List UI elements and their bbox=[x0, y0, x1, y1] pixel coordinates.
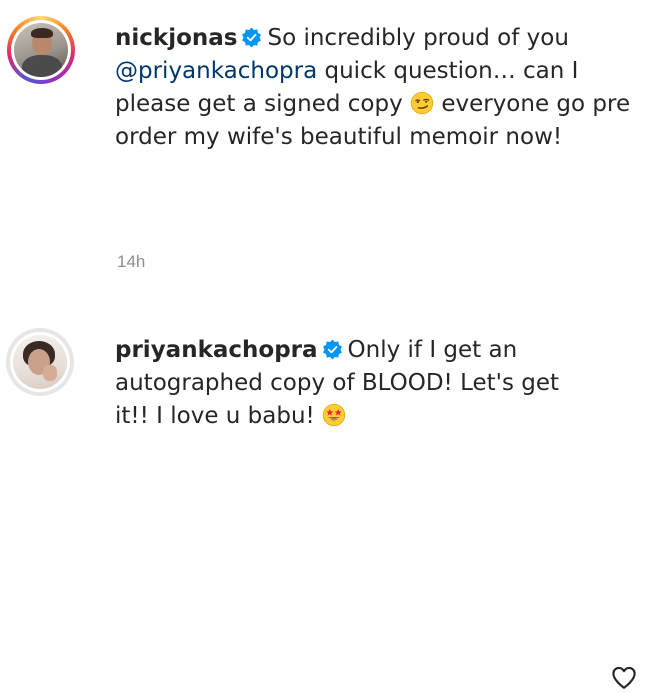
mention-link[interactable]: @priyankachopra bbox=[115, 58, 317, 84]
username-link[interactable]: nickjonas bbox=[115, 25, 237, 51]
comment-text: priyankachopra Only if I get an autograph… bbox=[115, 334, 585, 433]
verified-badge-icon bbox=[242, 27, 262, 48]
heart-icon[interactable] bbox=[609, 662, 639, 692]
avatar-story-ring[interactable] bbox=[7, 16, 75, 84]
avatar bbox=[14, 23, 68, 77]
username-link[interactable]: priyankachopra bbox=[115, 337, 318, 363]
avatar-ring[interactable] bbox=[6, 328, 74, 396]
comment-timestamp[interactable]: 14h bbox=[117, 252, 145, 272]
comment-text: nickjonas So incredibly proud of you @pri… bbox=[115, 22, 635, 154]
avatar bbox=[13, 335, 67, 389]
smirking-face-emoji-icon bbox=[410, 91, 434, 115]
verified-badge-icon bbox=[322, 339, 342, 360]
comment-text-part: So incredibly proud of you bbox=[267, 25, 569, 51]
star-struck-face-emoji-icon bbox=[322, 403, 346, 427]
